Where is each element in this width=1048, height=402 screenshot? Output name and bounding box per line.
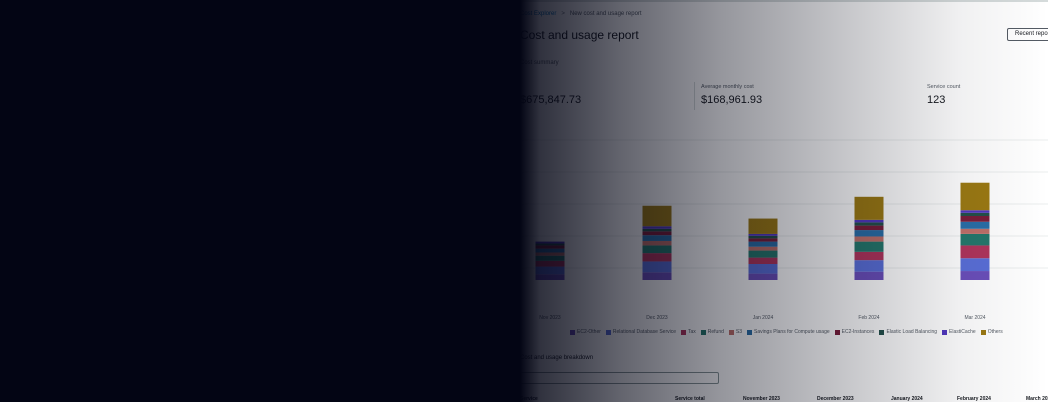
bar-segment-1-7[interactable] — [642, 228, 672, 232]
legend-item[interactable]: Refund — [700, 329, 724, 335]
x-tick-label: Mar 2024 — [964, 315, 986, 321]
bar-segment-1-2[interactable] — [642, 253, 672, 262]
table-column-header[interactable]: Service total — [675, 396, 705, 402]
bar-segment-0-8[interactable] — [535, 241, 565, 244]
bar-segment-1-4[interactable] — [642, 240, 672, 246]
table-column-header[interactable]: December 2023 — [817, 396, 854, 402]
bar-segment-3-7[interactable] — [854, 222, 884, 226]
chart-legend: EC2-Other Relational Database Service Tax R… — [570, 329, 1003, 335]
legend-swatch — [747, 329, 753, 335]
bar-segment-4-3[interactable] — [960, 233, 990, 246]
legend-swatch — [681, 329, 686, 335]
bar-segment-2-9[interactable] — [748, 218, 778, 234]
x-tick-label: Dec 2023 — [646, 315, 668, 321]
bar-segment-1-6[interactable] — [642, 231, 672, 236]
bar-segment-3-6[interactable] — [854, 225, 884, 231]
bar-segment-3-4[interactable] — [854, 236, 884, 242]
bar-segment-1-9[interactable] — [642, 205, 672, 227]
bar-segment-3-3[interactable] — [854, 241, 884, 252]
bar-segment-4-7[interactable] — [960, 212, 990, 216]
table-column-header[interactable]: March 2024 — [1026, 396, 1048, 402]
bar-segment-3-1[interactable] — [854, 260, 884, 272]
legend-label: Savings Plans for Compute usage — [754, 329, 830, 335]
bar-segment-4-1[interactable] — [960, 258, 990, 272]
bar-segment-0-4[interactable] — [535, 252, 565, 256]
legend-label: EC2-Instances — [841, 329, 875, 335]
bar-segment-2-4[interactable] — [748, 246, 778, 251]
bar-segment-2-3[interactable] — [748, 250, 778, 258]
bar-segment-1-3[interactable] — [642, 245, 672, 254]
legend-swatch — [570, 329, 575, 335]
bar-segment-4-4[interactable] — [960, 228, 990, 234]
bar-segment-0-5[interactable] — [535, 248, 565, 253]
table-column-header[interactable]: November 2023 — [743, 396, 780, 402]
legend-item[interactable]: S3 — [728, 329, 743, 335]
legend-swatch — [942, 329, 948, 335]
legend-item[interactable]: Savings Plans for Compute usage — [747, 329, 830, 335]
bar-segment-4-6[interactable] — [960, 216, 990, 222]
bar-segment-4-5[interactable] — [960, 221, 990, 229]
bar-segment-3-2[interactable] — [854, 251, 884, 261]
legend-item[interactable]: Elastic Load Balancing — [879, 329, 937, 335]
bar-segment-4-0[interactable] — [960, 271, 990, 280]
bar-segment-3-0[interactable] — [854, 271, 884, 280]
bar-segment-0-0[interactable] — [535, 274, 565, 280]
legend-label: Tax — [688, 329, 696, 335]
legend-item[interactable]: Others — [980, 329, 1003, 335]
legend-swatch — [605, 329, 611, 335]
bar-segment-3-9[interactable] — [854, 196, 884, 220]
bar-segment-2-7[interactable] — [748, 235, 778, 239]
legend-swatch — [834, 329, 840, 335]
bar-segment-1-5[interactable] — [642, 235, 672, 241]
x-tick-label: Nov 2023 — [539, 315, 561, 321]
legend-swatch — [879, 329, 885, 335]
legend-item[interactable]: EC2-Instances — [834, 329, 875, 335]
breakdown-filter-input[interactable] — [520, 372, 719, 384]
legend-item[interactable]: Tax — [681, 329, 696, 335]
legend-swatch — [728, 329, 734, 335]
legend-label: EC2-Other — [577, 329, 601, 335]
table-column-header[interactable]: Service — [520, 396, 538, 402]
bar-segment-4-2[interactable] — [960, 245, 990, 259]
legend-label: S3 — [735, 329, 743, 335]
bar-segment-0-2[interactable] — [535, 260, 565, 267]
table-column-header[interactable]: February 2024 — [957, 396, 991, 402]
bar-segment-3-5[interactable] — [854, 230, 884, 237]
bar-segment-1-8[interactable] — [642, 226, 672, 229]
legend-label: Refund — [707, 329, 724, 335]
bar-segment-2-5[interactable] — [748, 241, 778, 247]
bar-segment-2-1[interactable] — [748, 264, 778, 274]
table-column-header[interactable]: January 2024 — [891, 396, 923, 402]
cost-chart — [520, 139, 1048, 280]
cost-usage-report-page: Cost Explorer > New cost and usage report … — [0, 0, 1048, 402]
bar-segment-0-7[interactable] — [535, 243, 565, 246]
x-tick-label: Jan 2024 — [752, 315, 774, 321]
legend-item[interactable]: ElastiCache — [942, 329, 976, 335]
bar-segment-3-8[interactable] — [854, 219, 884, 223]
legend-label: Relational Database Service — [612, 329, 676, 335]
legend-label: ElastiCache — [949, 329, 976, 335]
bar-segment-0-3[interactable] — [535, 255, 565, 261]
bar-segment-2-6[interactable] — [748, 238, 778, 242]
breakdown-title: Cost and usage breakdown — [520, 355, 594, 361]
legend-swatch — [980, 329, 986, 335]
x-tick-label: Feb 2024 — [858, 315, 880, 321]
legend-label: Elastic Load Balancing — [886, 329, 938, 335]
bar-segment-1-0[interactable] — [642, 272, 672, 280]
legend-item[interactable]: Relational Database Service — [605, 329, 676, 335]
legend-item[interactable]: EC2-Other — [570, 329, 601, 335]
legend-label: Others — [987, 329, 1003, 335]
bar-segment-0-6[interactable] — [535, 245, 565, 249]
bar-segment-2-0[interactable] — [748, 273, 778, 280]
bar-segment-4-8[interactable] — [960, 210, 990, 213]
bar-segment-2-8[interactable] — [748, 233, 778, 236]
bar-segment-1-1[interactable] — [642, 261, 672, 273]
bar-segment-4-9[interactable] — [960, 182, 990, 211]
legend-swatch — [700, 329, 706, 335]
bar-segment-0-1[interactable] — [535, 266, 565, 275]
bar-segment-2-2[interactable] — [748, 257, 778, 264]
